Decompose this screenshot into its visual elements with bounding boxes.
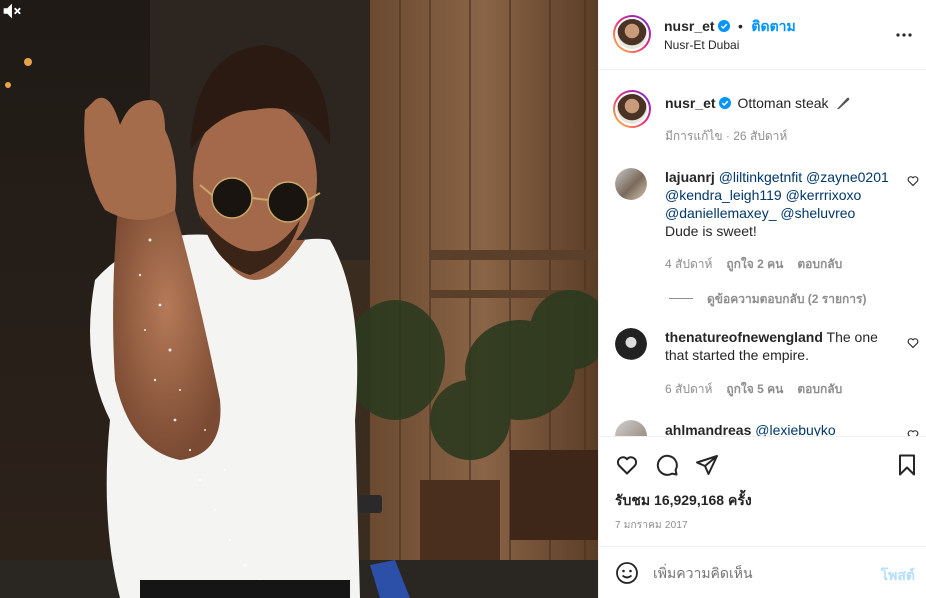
view-replies-label: ดูข้อความตอบกลับ (2 รายการ) — [707, 292, 867, 306]
comment-time[interactable]: 4 สัปดาห์ — [665, 257, 712, 271]
comment-input[interactable] — [653, 562, 868, 584]
post-actions: รับชม 16,929,168 ครั้ง 7 มกราคม 2017 — [599, 436, 926, 546]
bookmark-icon[interactable] — [895, 453, 919, 477]
comment-username[interactable]: thenatureofnewengland — [665, 329, 823, 345]
comment-username[interactable]: ahlmandreas — [665, 422, 751, 436]
caption-username[interactable]: nusr_et — [665, 95, 716, 111]
post-video[interactable] — [0, 0, 598, 598]
more-horizontal-icon[interactable] — [895, 28, 913, 42]
video-frame — [0, 0, 598, 598]
comment-username[interactable]: lajuanrj — [665, 169, 715, 185]
verified-badge-icon — [717, 20, 730, 32]
caption-text: Ottoman steak — [737, 95, 829, 111]
comment-like-icon[interactable] — [907, 337, 919, 349]
knife-icon — [837, 97, 850, 109]
muted-speaker-icon[interactable] — [0, 0, 22, 22]
follow-button[interactable]: ติดตาม — [751, 18, 795, 34]
author-username[interactable]: nusr_et — [664, 18, 715, 34]
comment-icon[interactable] — [655, 453, 679, 477]
comment-time[interactable]: 6 สัปดาห์ — [665, 382, 712, 396]
commenter-avatar[interactable] — [615, 420, 647, 436]
heart-icon[interactable] — [615, 453, 639, 477]
comment-likes[interactable]: ถูกใจ 5 คน — [726, 382, 783, 396]
comment-likes[interactable]: ถูกใจ 2 คน — [726, 257, 783, 271]
comment-meta: 4 สัปดาห์ ถูกใจ 2 คน ตอบกลับ — [665, 255, 842, 274]
emoji-icon[interactable] — [615, 561, 639, 585]
comment-like-icon[interactable] — [907, 175, 919, 187]
reply-button[interactable]: ตอบกลับ — [797, 382, 842, 396]
comment-body: ahlmandreas @lexiebuyko — [665, 421, 900, 436]
caption-meta: มีการแก้ไข · 26 สัปดาห์ — [665, 129, 788, 143]
comment-like-icon[interactable] — [907, 429, 919, 436]
comment-text: Dude is sweet! — [665, 223, 757, 239]
mention-link[interactable]: @zayne0201 — [806, 169, 889, 185]
comment-meta: 6 สัปดาห์ ถูกใจ 5 คน ตอบกลับ — [665, 380, 842, 399]
header-separator: • — [738, 18, 743, 34]
verified-badge-icon — [718, 97, 731, 109]
author-avatar[interactable] — [613, 15, 651, 53]
post-details-panel: nusr_et • ติดตาม Nusr-Et Dubai nusr_et O… — [598, 0, 926, 598]
mention-link[interactable]: @sheluvreo — [780, 205, 855, 221]
reply-button[interactable]: ตอบกลับ — [797, 257, 842, 271]
post-location[interactable]: Nusr-Et Dubai — [664, 38, 739, 52]
replies-line — [669, 298, 693, 299]
add-comment-bar: โพสต์ — [599, 546, 926, 598]
instagram-post-window: nusr_et • ติดตาม Nusr-Et Dubai nusr_et O… — [0, 0, 926, 598]
view-replies-button[interactable]: ดูข้อความตอบกลับ (2 รายการ) — [669, 290, 866, 309]
mention-link[interactable]: @kendra_leigh119 — [665, 187, 782, 203]
caption-avatar[interactable] — [613, 90, 651, 128]
comments-list[interactable]: nusr_et Ottoman steak มีการแก้ไข · 26 สั… — [599, 71, 926, 436]
comment-body: thenatureofnewengland The one that start… — [665, 328, 900, 364]
mention-link[interactable]: @daniellemaxey_ — [665, 205, 777, 221]
mention-link[interactable]: @lexiebuyko — [755, 422, 835, 436]
mention-link[interactable]: @liltinkgetnfit — [719, 169, 802, 185]
mention-link[interactable]: @kerrrixoxo — [786, 187, 862, 203]
post-header: nusr_et • ติดตาม Nusr-Et Dubai — [599, 0, 926, 70]
commenter-avatar[interactable] — [615, 328, 647, 360]
commenter-avatar[interactable] — [615, 168, 647, 200]
share-icon[interactable] — [695, 453, 719, 477]
comment-body: lajuanrj @liltinkgetnfit @zayne0201 @ken… — [665, 168, 900, 240]
post-comment-button[interactable]: โพสต์ — [881, 565, 915, 587]
view-count[interactable]: รับชม 16,929,168 ครั้ง — [615, 490, 752, 512]
post-date[interactable]: 7 มกราคม 2017 — [615, 518, 688, 533]
